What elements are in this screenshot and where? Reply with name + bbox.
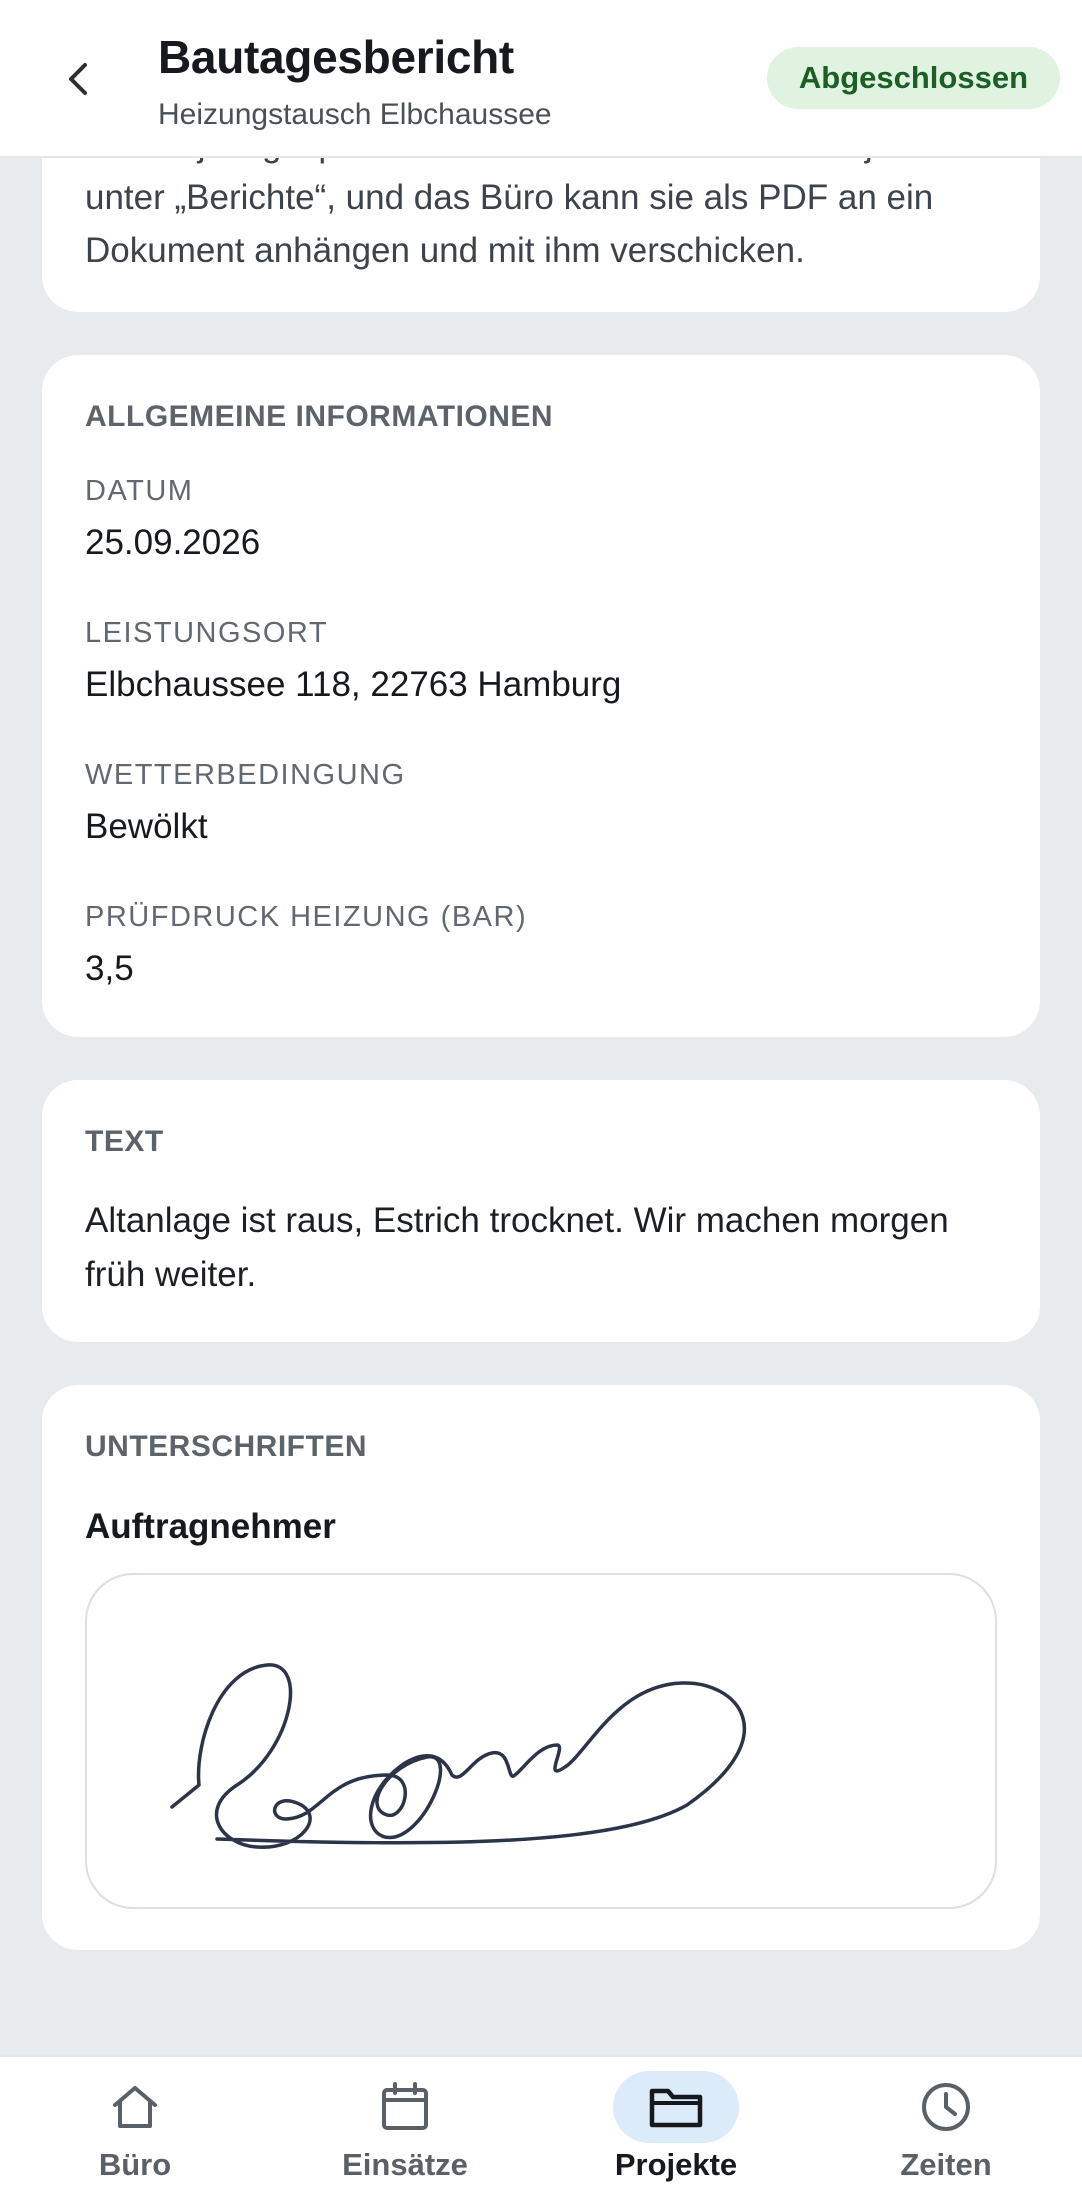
nav-label: Projekte	[614, 2147, 738, 2182]
folder-icon	[649, 2088, 703, 2128]
status-badge: Abgeschlossen	[766, 47, 1060, 109]
back-button[interactable]	[50, 50, 108, 108]
section-title-text: TEXT	[85, 1125, 164, 1158]
page-subtitle: Heizungstausch Elbchaussee	[158, 98, 552, 131]
field-label-pressure: PRÜFDRUCK HEIZUNG (BAR)	[85, 901, 528, 933]
field-label-location: LEISTUNGSORT	[85, 617, 329, 649]
field-label-weather: WETTERBEDINGUNG	[85, 759, 406, 791]
page-title: Bautagesbericht	[158, 31, 514, 83]
chevron-left-icon	[69, 63, 87, 95]
nav-item-projekte[interactable]: Projekte	[576, 2057, 776, 2202]
nav-label: Einsätze	[342, 2147, 468, 2182]
signatures-card: UNTERSCHRIFTEN Auftragnehmer	[42, 1385, 1040, 1950]
signature-box[interactable]	[85, 1573, 997, 1909]
nav-icon-wrap	[613, 2071, 739, 2143]
nav-label: Zeiten	[900, 2147, 992, 2182]
section-title-signatures: UNTERSCHRIFTEN	[85, 1430, 367, 1463]
field-value-pressure: 3,5	[85, 949, 134, 988]
nav-item-zeiten[interactable]: Zeiten	[846, 2057, 1046, 2202]
signer-label: Auftragnehmer	[85, 1507, 336, 1546]
signature-drawing	[170, 1663, 747, 1849]
nav-icon-wrap	[342, 2071, 468, 2143]
field-value-weather: Bewölkt	[85, 807, 208, 846]
calendar-icon	[382, 2082, 428, 2130]
report-screen: am Projekt gespeichert. Im Büro stehen s…	[0, 0, 1082, 2202]
nav-icon-wrap	[72, 2071, 198, 2143]
text-body: Altanlage ist raus, Estrich trocknet. Wi…	[85, 1201, 949, 1294]
nav-label: Büro	[98, 2147, 172, 2182]
section-title-general: ALLGEMEINE INFORMATIONEN	[85, 400, 554, 433]
field-label-date: DATUM	[85, 475, 194, 507]
general-info-card: ALLGEMEINE INFORMATIONEN DATUM 25.09.202…	[42, 355, 1040, 1037]
bottom-nav: Büro Einsätze Projekte Zeiten	[0, 2055, 1082, 2202]
home-icon	[113, 2086, 157, 2128]
nav-icon-wrap	[883, 2071, 1009, 2143]
intro-clip: am Projekt gespeichert. Im Büro stehen s…	[42, 158, 1040, 312]
nav-item-einsaetze[interactable]: Einsätze	[305, 2057, 505, 2202]
field-value-date: 25.09.2026	[85, 523, 261, 562]
clock-icon	[922, 2083, 970, 2131]
intro-text: am Projekt gespeichert. Im Büro stehen s…	[85, 158, 934, 270]
text-card: TEXT Altanlage ist raus, Estrich trockne…	[42, 1080, 1040, 1342]
field-value-location: Elbchaussee 118, 22763 Hamburg	[85, 665, 622, 704]
app-header: Bautagesbericht Heizungstausch Elbchauss…	[0, 0, 1082, 158]
nav-item-buero[interactable]: Büro	[35, 2057, 235, 2202]
